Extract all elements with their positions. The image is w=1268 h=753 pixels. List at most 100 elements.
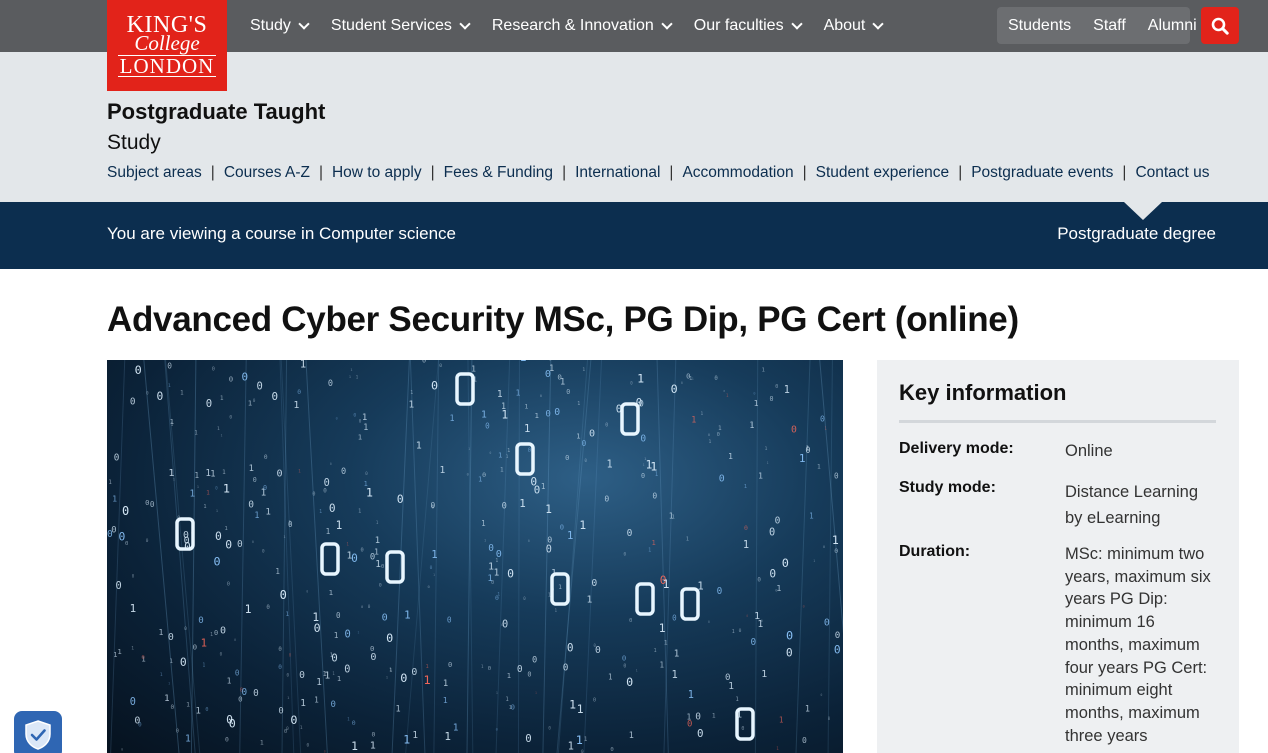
svg-text:1: 1	[582, 367, 585, 373]
svg-text:0: 0	[205, 707, 208, 713]
svg-text:0: 0	[288, 520, 293, 529]
subnav-student-experience[interactable]: Student experience	[816, 164, 950, 182]
svg-text:0: 0	[411, 667, 417, 678]
svg-text:0: 0	[823, 545, 825, 549]
svg-text:1: 1	[444, 730, 451, 743]
subnav-courses-a-z[interactable]: Courses A-Z	[224, 164, 310, 182]
svg-text:0: 0	[581, 749, 584, 753]
svg-text:0: 0	[280, 588, 287, 602]
svg-text:1: 1	[607, 458, 613, 470]
viewing-course-text: You are viewing a course in Computer sci…	[107, 224, 457, 243]
nav-item-our-faculties[interactable]: Our faculties	[694, 17, 803, 35]
subnav-accommodation[interactable]: Accommodation	[682, 164, 793, 182]
svg-text:0: 0	[549, 360, 552, 362]
cookie-consent-button[interactable]	[14, 711, 62, 753]
audience-alumni-link[interactable]: Alumni	[1137, 7, 1208, 44]
svg-text:0: 0	[135, 363, 142, 377]
svg-text:1: 1	[497, 389, 503, 400]
svg-text:1: 1	[410, 390, 413, 396]
svg-text:0: 0	[708, 620, 710, 624]
svg-text:0: 0	[212, 366, 215, 372]
course-title: Advanced Cyber Security MSc, PG Dip, PG …	[107, 300, 1019, 339]
key-info-label: Study mode:	[899, 479, 996, 496]
svg-text:0: 0	[791, 425, 797, 436]
subnav-contact-us[interactable]: Contact us	[1135, 164, 1209, 182]
svg-text:1: 1	[549, 363, 554, 373]
divider: |	[669, 164, 674, 181]
divider: |	[318, 164, 323, 181]
svg-text:1: 1	[347, 717, 350, 722]
degree-type-link[interactable]: Postgraduate degree	[1057, 224, 1216, 244]
svg-text:0: 0	[672, 614, 677, 623]
svg-text:1: 1	[416, 440, 422, 451]
svg-text:1: 1	[431, 548, 437, 561]
svg-text:0: 0	[739, 628, 742, 634]
svg-text:1: 1	[275, 567, 280, 576]
svg-text:1: 1	[505, 697, 509, 703]
svg-text:1: 1	[334, 631, 339, 640]
subnav-international[interactable]: International	[575, 164, 660, 182]
svg-text:0: 0	[525, 732, 531, 745]
nav-item-study[interactable]: Study	[250, 17, 310, 35]
audience-students-link[interactable]: Students	[997, 7, 1082, 44]
svg-text:0: 0	[278, 664, 282, 671]
svg-text:1: 1	[805, 445, 809, 453]
svg-text:1: 1	[494, 568, 500, 579]
svg-text:1: 1	[216, 509, 218, 513]
svg-text:0: 0	[266, 605, 270, 611]
svg-text:0: 0	[213, 555, 220, 569]
svg-text:0: 0	[328, 378, 333, 388]
svg-text:1: 1	[568, 741, 574, 753]
subnav-how-to-apply[interactable]: How to apply	[332, 164, 422, 182]
svg-text:1: 1	[712, 712, 716, 719]
svg-text:0: 0	[323, 488, 327, 494]
svg-text:1: 1	[217, 426, 220, 432]
svg-text:0: 0	[262, 548, 265, 554]
svg-text:1: 1	[535, 411, 540, 420]
nav-item-about[interactable]: About	[824, 17, 885, 35]
nav-item-research-innovation[interactable]: Research & Innovation	[492, 17, 673, 35]
svg-text:0: 0	[372, 731, 376, 738]
svg-text:1: 1	[220, 434, 222, 438]
svg-text:1: 1	[577, 401, 580, 407]
svg-text:0: 0	[820, 693, 822, 697]
svg-text:1: 1	[726, 393, 729, 398]
svg-text:1: 1	[515, 388, 520, 398]
svg-text:1: 1	[364, 480, 368, 488]
chevron-down-icon	[298, 17, 310, 30]
svg-text:0: 0	[546, 544, 552, 555]
svg-text:0: 0	[220, 626, 226, 637]
svg-text:1: 1	[700, 411, 703, 417]
subnav-subject-areas[interactable]: Subject areas	[107, 164, 202, 182]
svg-text:0: 0	[329, 502, 336, 515]
key-information-heading: Key information	[899, 380, 1067, 405]
svg-text:0: 0	[141, 655, 144, 661]
nav-item-student-services[interactable]: Student Services	[331, 17, 471, 35]
svg-text:1: 1	[395, 704, 400, 714]
svg-text:1: 1	[404, 608, 411, 621]
svg-text:1: 1	[728, 681, 734, 692]
svg-text:0: 0	[242, 370, 249, 383]
svg-text:1: 1	[541, 482, 546, 491]
svg-text:0: 0	[225, 737, 229, 744]
svg-text:0: 0	[488, 543, 494, 554]
svg-text:1: 1	[194, 431, 198, 437]
svg-text:0: 0	[193, 642, 197, 651]
audience-staff-link[interactable]: Staff	[1082, 7, 1137, 44]
svg-text:1: 1	[197, 485, 199, 489]
svg-text:0: 0	[595, 645, 601, 656]
svg-text:0: 0	[184, 536, 190, 547]
section-subtitle: Study	[107, 131, 161, 154]
svg-text:0: 0	[297, 389, 301, 396]
svg-text:1: 1	[796, 360, 803, 363]
search-button[interactable]	[1201, 7, 1239, 44]
subnav-fees-funding[interactable]: Fees & Funding	[444, 164, 553, 182]
svg-text:0: 0	[331, 652, 338, 665]
svg-text:1: 1	[672, 515, 675, 521]
kings-college-london-logo[interactable]: KING'S College LONDON	[107, 0, 227, 91]
svg-text:1: 1	[185, 733, 191, 744]
svg-text:1: 1	[356, 374, 359, 379]
svg-text:1: 1	[314, 696, 319, 705]
svg-text:0: 0	[306, 589, 308, 593]
subnav-postgraduate-events[interactable]: Postgraduate events	[971, 164, 1113, 182]
